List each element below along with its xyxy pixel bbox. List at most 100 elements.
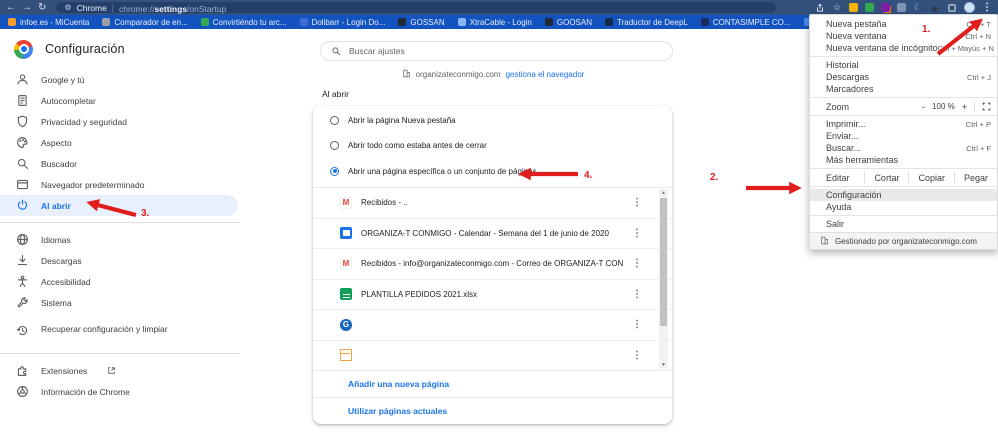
dark-mode-extension-icon[interactable]: ☾ — [913, 3, 923, 13]
menu-item-print[interactable]: Imprimir... Ctrl + P — [810, 118, 997, 130]
url-separator: | — [111, 2, 115, 13]
forward-icon[interactable]: → — [22, 2, 32, 13]
sidebar-item-google-y-tu[interactable]: Google y tú — [0, 69, 240, 90]
row-kebab-icon[interactable]: ⋮ — [632, 319, 642, 330]
profile-avatar[interactable] — [964, 2, 975, 13]
option-continue[interactable]: Abrir todo como estaba antes de cerrar — [313, 132, 672, 158]
back-icon[interactable]: ← — [6, 2, 16, 13]
gmail-icon: M — [340, 257, 352, 270]
sidebar-item-autocompletar[interactable]: Autocompletar — [0, 90, 240, 111]
row-kebab-icon[interactable]: ⋮ — [632, 289, 642, 300]
radio-icon[interactable] — [330, 140, 339, 150]
sidebar-item-descargas[interactable]: Descargas — [0, 250, 240, 271]
sidebar-item-aspecto[interactable]: Aspecto — [0, 132, 240, 153]
annotation-step-2: 2. — [710, 172, 719, 183]
menu-item-help[interactable]: Ayuda — [810, 201, 997, 213]
menu-item-bookmarks[interactable]: Marcadores — [810, 83, 997, 95]
menu-item-history[interactable]: Historial — [810, 59, 997, 71]
bookmark-item[interactable]: GOSSAN — [398, 18, 445, 27]
browser-window-icon — [16, 178, 29, 191]
scroll-down-icon[interactable]: ▼ — [661, 361, 666, 369]
extensions-puzzle-icon[interactable] — [930, 3, 940, 13]
address-bar[interactable]: ⚙ Chrome | chrome://settings/onStartup — [56, 2, 777, 14]
browser-toolbar: ← → ↻ ⚙ Chrome | chrome://settings/onSta… — [0, 0, 998, 15]
menu-item-quit[interactable]: Salir — [810, 218, 997, 230]
extension-icon-2[interactable] — [865, 3, 874, 12]
radio-icon[interactable] — [330, 116, 339, 125]
startup-page-row[interactable]: ⋮ — [313, 341, 672, 371]
menu-item-new-tab[interactable]: Nueva pestaña Ctrl + T — [810, 18, 997, 30]
fullscreen-icon[interactable] — [982, 98, 991, 116]
row-kebab-icon[interactable]: ⋮ — [632, 197, 642, 208]
startup-page-row[interactable]: M Recibidos - info@organizateconmigo.com… — [313, 249, 672, 280]
menu-item-send[interactable]: Enviar... — [810, 130, 997, 142]
sidebar-item-al-abrir[interactable]: Al abrir — [0, 195, 238, 216]
page-title: Configuración — [45, 42, 125, 56]
startup-page-row[interactable]: PLANTILLA PEDIDOS 2021.xlsx ⋮ — [313, 280, 672, 310]
option-new-tab[interactable]: Abrir la página Nueva pestaña — [313, 106, 672, 132]
row-kebab-icon[interactable]: ⋮ — [632, 258, 642, 269]
startup-page-row[interactable]: M Recibidos - .. ⋮ — [313, 188, 672, 219]
menu-item-incognito[interactable]: Nueva ventana de incógnito Ctrl + Mayús +… — [810, 42, 997, 54]
sidebar-item-buscador[interactable]: Buscador — [0, 153, 240, 174]
startup-pages-list: M Recibidos - .. ⋮ ORGANIZA-T CONMIGO - … — [313, 187, 672, 370]
copy-button[interactable]: Copiar — [908, 171, 954, 184]
extension-icon-4[interactable] — [897, 3, 906, 12]
reload-icon[interactable]: ↻ — [38, 2, 46, 13]
add-page-link[interactable]: Añadir una nueva página — [313, 370, 672, 397]
row-kebab-icon[interactable]: ⋮ — [632, 228, 642, 239]
bookmark-star-icon[interactable]: ☆ — [832, 3, 842, 13]
scrollbar-thumb[interactable] — [660, 198, 667, 326]
list-scrollbar[interactable]: ▲ ▼ — [659, 189, 668, 369]
gmail-icon: M — [340, 196, 352, 209]
row-kebab-icon[interactable]: ⋮ — [632, 350, 642, 361]
zoom-out-button[interactable]: - — [922, 102, 925, 112]
spreadsheet-icon — [340, 288, 352, 301]
extension-icon-3[interactable] — [881, 3, 890, 12]
sidebar-divider — [0, 353, 240, 354]
paste-button[interactable]: Pegar — [953, 171, 997, 184]
zoom-in-button[interactable]: + — [962, 102, 967, 112]
tab-search-icon[interactable] — [947, 3, 957, 13]
radio-selected-icon[interactable] — [330, 166, 339, 176]
menu-item-more-tools[interactable]: Más herramientas — [810, 154, 997, 166]
sidebar-item-navegador-predeterminado[interactable]: Navegador predeterminado — [0, 174, 240, 195]
share-icon[interactable] — [815, 3, 825, 13]
menu-item-settings[interactable]: Configuración — [810, 189, 997, 201]
card-actions: Añadir una nueva página Utilizar páginas… — [313, 370, 672, 424]
sidebar-item-accesibilidad[interactable]: Accesibilidad — [0, 271, 240, 292]
managed-link[interactable]: gestiona el navegador — [506, 70, 585, 79]
menu-item-new-window[interactable]: Nueva ventana Ctrl + N — [810, 30, 997, 42]
sidebar-item-sistema[interactable]: Sistema — [0, 292, 240, 313]
bookmark-item[interactable]: Comparador de en... — [102, 18, 188, 27]
menu-item-find[interactable]: Buscar... Ctrl + F — [810, 142, 997, 154]
page-info-icon[interactable]: ⚙ — [64, 3, 71, 12]
bookmark-item[interactable]: CONTASIMPLE CO... — [700, 18, 791, 27]
bookmark-item[interactable]: Dolibarr - Login Do... — [299, 18, 385, 27]
bookmark-item[interactable]: infoe.es - MiCuenta — [8, 18, 89, 27]
menu-item-downloads[interactable]: Descargas Ctrl + J — [810, 71, 997, 83]
menu-item-edit: Editar Cortar Copiar Pegar — [810, 171, 997, 184]
startup-page-row[interactable]: G ⋮ — [313, 310, 672, 341]
use-current-pages-link[interactable]: Utilizar páginas actuales — [313, 397, 672, 424]
sidebar-item-extensiones[interactable]: Extensiones — [0, 360, 240, 381]
sidebar-item-idiomas[interactable]: Idiomas — [0, 229, 240, 250]
option-specific-pages[interactable]: Abrir una página específica o un conjunt… — [313, 158, 672, 184]
extension-icon-1[interactable] — [849, 3, 858, 12]
scroll-up-icon[interactable]: ▲ — [661, 189, 666, 197]
bookmark-item[interactable]: Traductor de DeepL — [605, 18, 688, 27]
startup-page-row[interactable]: ORGANIZA-T CONMIGO - Calendar - Semana d… — [313, 219, 672, 249]
toolbar-icon-cluster: ☆ ☾ ⋮ — [815, 2, 992, 13]
bookmark-item[interactable]: Convirtiéndo tu arc... — [200, 18, 287, 27]
bookmark-item[interactable]: XtraCable - Login — [457, 18, 532, 27]
bookmark-item[interactable]: GOOSAN — [544, 18, 592, 27]
cut-button[interactable]: Cortar — [864, 171, 908, 184]
search-input[interactable] — [349, 46, 662, 56]
search-icon — [16, 157, 29, 170]
sidebar-item-privacidad[interactable]: Privacidad y seguridad — [0, 111, 240, 132]
sidebar-item-informacion-chrome[interactable]: Información de Chrome — [0, 381, 240, 402]
accessibility-icon — [16, 275, 29, 288]
menu-kebab-icon[interactable]: ⋮ — [982, 2, 992, 13]
sidebar-item-recuperar[interactable]: Recuperar configuración y limpiar — [0, 313, 240, 347]
settings-search[interactable] — [320, 41, 673, 61]
